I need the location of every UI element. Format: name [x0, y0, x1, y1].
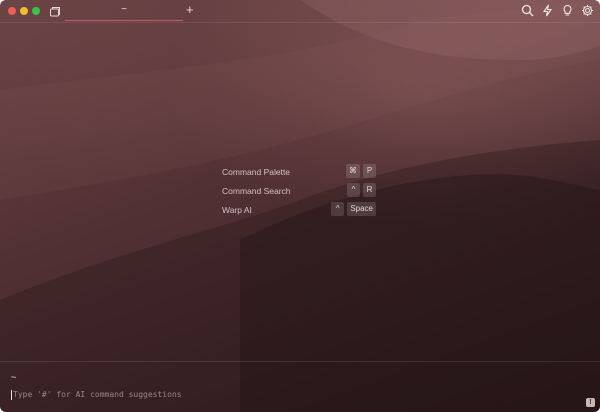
tab-overview-icon[interactable]: [49, 5, 61, 17]
shortcut-label: Warp AI: [222, 205, 252, 215]
tab-title: ~: [121, 4, 127, 15]
command-input[interactable]: Type '#' for AI command suggestions: [11, 389, 411, 401]
new-tab-button[interactable]: +: [186, 3, 194, 17]
shortcut-row: Warp AI ^ Space: [222, 202, 382, 221]
key-cap: Space: [347, 202, 376, 216]
title-bar-divider: [0, 22, 600, 23]
key-cap: R: [363, 183, 376, 197]
toolbar-icons: [521, 4, 594, 17]
shortcut-label: Command Palette: [222, 167, 291, 177]
input-divider: [0, 361, 600, 362]
search-icon[interactable]: [521, 4, 534, 17]
terminal-window: ~ + Command Palette ⌘ P Command Search ^…: [0, 0, 600, 412]
shortcut-hints: Command Palette ⌘ P Command Search ^ R W…: [222, 164, 382, 221]
text-cursor: [11, 389, 12, 400]
alert-badge-icon[interactable]: !: [586, 398, 595, 407]
shortcut-keys: ^ R: [347, 183, 376, 197]
shortcut-label: Command Search: [222, 186, 291, 196]
shortcut-keys: ⌘ P: [346, 164, 376, 178]
tab-home[interactable]: ~: [65, 0, 183, 21]
bolt-icon[interactable]: [541, 4, 554, 17]
minimize-window-button[interactable]: [20, 7, 28, 15]
close-window-button[interactable]: [8, 7, 16, 15]
key-cap: ⌘: [346, 164, 360, 178]
key-cap: ^: [331, 202, 345, 216]
prompt-directory: ~: [11, 373, 17, 383]
gear-icon[interactable]: [581, 4, 594, 17]
command-input-placeholder: Type '#' for AI command suggestions: [13, 390, 182, 399]
key-cap: P: [363, 164, 376, 178]
title-bar: ~ +: [0, 0, 600, 22]
shortcut-row: Command Search ^ R: [222, 183, 382, 202]
key-cap: ^: [347, 183, 360, 197]
shortcut-row: Command Palette ⌘ P: [222, 164, 382, 183]
shortcut-keys: ^ Space: [331, 202, 376, 216]
lightbulb-icon[interactable]: [561, 4, 574, 17]
maximize-window-button[interactable]: [32, 7, 40, 15]
